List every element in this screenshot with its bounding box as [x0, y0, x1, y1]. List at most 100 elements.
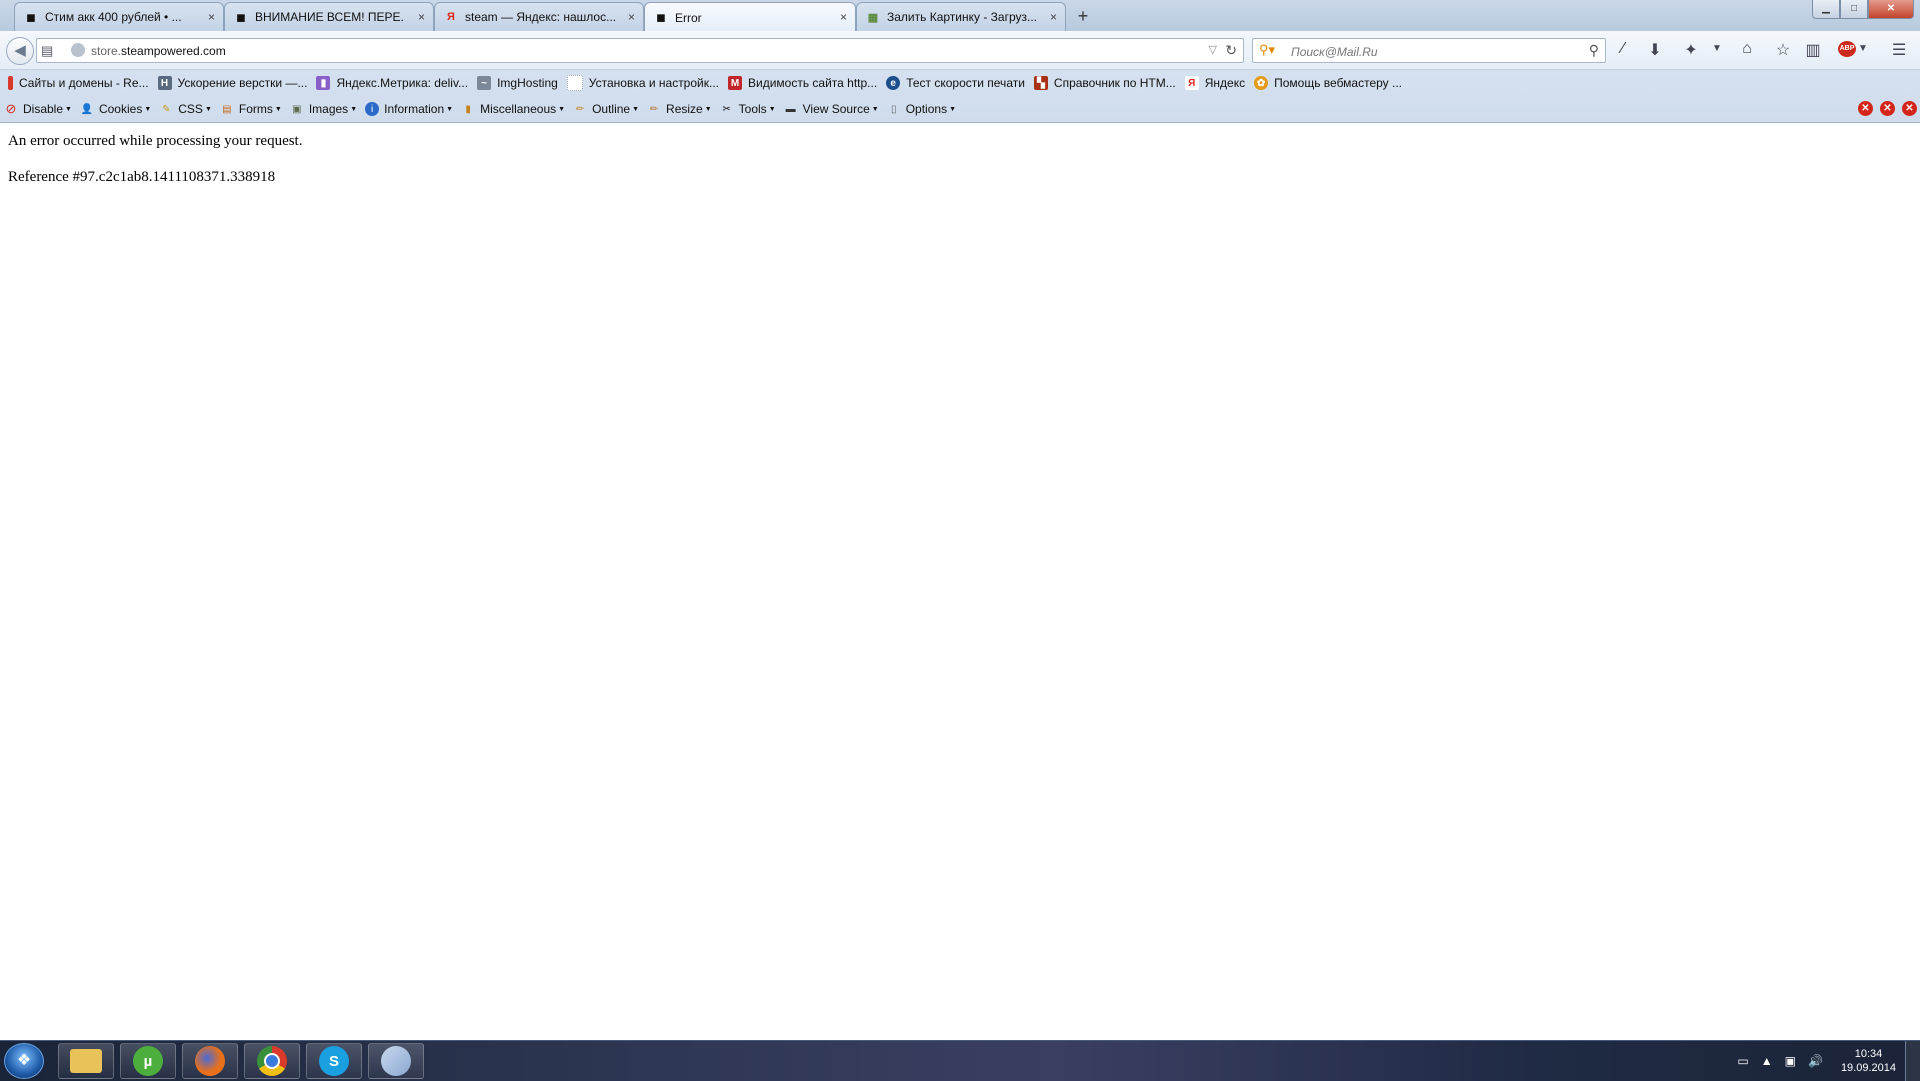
resize-icon: ✏: [649, 103, 659, 115]
tab-1[interactable]: ◼ ВНИМАНИЕ ВСЕМ! ПЕРЕ... ×: [224, 2, 434, 31]
reading-list-icon[interactable]: ▥: [1802, 40, 1824, 60]
devtool-cookies[interactable]: 👤 Cookies ▼: [80, 102, 152, 116]
navigation-bar: ◀ ▤ store.steampowered.com ▽ ↻ ⚲▾ ⚲ ⁄ ⬇ …: [0, 31, 1920, 70]
addon-icon[interactable]: ⁄: [1612, 40, 1634, 58]
devtool-options[interactable]: ▯ Options ▼: [887, 102, 956, 116]
bookmark-item[interactable]: M Видимость сайта http...: [728, 76, 877, 90]
devtool-information[interactable]: i Information ▼: [365, 102, 453, 116]
close-icon[interactable]: ×: [628, 10, 635, 24]
site-identity-icon[interactable]: [71, 43, 85, 57]
devtool-view-source[interactable]: ▬ View Source ▼: [784, 102, 879, 116]
clock[interactable]: 10:34 19.09.2014: [1841, 1047, 1896, 1075]
network-icon[interactable]: ▣: [1785, 1054, 1796, 1068]
search-bar[interactable]: ⚲▾ ⚲: [1252, 38, 1606, 63]
close-icon[interactable]: ✕: [1902, 101, 1917, 116]
devtool-label: Forms: [238, 102, 273, 116]
bookmark-label: Тест скорости печати: [906, 76, 1025, 90]
page-content: An error occurred while processing your …: [0, 123, 1920, 1040]
css-icon: ✎: [162, 103, 171, 115]
chevron-down-icon[interactable]: ▼: [1852, 43, 1874, 54]
tab-label: Залить Картинку - Загруз...: [887, 10, 1037, 24]
volume-icon[interactable]: 🔊: [1808, 1054, 1823, 1068]
devtool-tools[interactable]: ✂ Tools ▼: [720, 102, 775, 116]
bookmark-label: Справочник по HTM...: [1053, 76, 1176, 90]
error-message: An error occurred while processing your …: [8, 133, 303, 149]
bookmark-item[interactable]: e Тест скорости печати: [886, 76, 1025, 90]
close-icon[interactable]: ✕: [1858, 101, 1873, 116]
devtool-label: Tools: [738, 102, 767, 116]
chevron-down-icon[interactable]: ▼: [1706, 43, 1728, 54]
search-go-icon[interactable]: ⚲: [1589, 42, 1599, 59]
close-window-button[interactable]: ✕: [1868, 0, 1914, 19]
reload-icon[interactable]: ↻: [1225, 42, 1237, 59]
bookmark-label: Ускорение верстки —...: [177, 76, 308, 90]
yandex-tab-icon: Я: [447, 11, 455, 23]
search-engine-icon[interactable]: ⚲▾: [1259, 42, 1275, 58]
url-text[interactable]: store.steampowered.com: [91, 44, 226, 58]
bookmark-item[interactable]: H Ускорение верстки —...: [157, 76, 308, 90]
bookmark-item[interactable]: Я Яндекс: [1184, 76, 1245, 90]
url-bar[interactable]: ▤ store.steampowered.com ▽ ↻: [36, 38, 1244, 63]
bookmark-star-icon[interactable]: ☆: [1772, 40, 1794, 60]
close-icon[interactable]: ×: [208, 10, 215, 24]
tab-4[interactable]: ▦ Залить Картинку - Загруз... ×: [856, 2, 1066, 31]
close-icon[interactable]: ✕: [1880, 101, 1895, 116]
tab-label: Error: [675, 10, 702, 25]
back-button[interactable]: ◀: [6, 37, 34, 65]
devtool-css[interactable]: ✎ CSS ▼: [159, 102, 212, 116]
bookmark-item[interactable]: ▚ Справочник по HTM...: [1033, 76, 1176, 90]
new-tab-button[interactable]: +: [1072, 6, 1094, 26]
devtool-images[interactable]: ▣ Images ▼: [290, 102, 357, 116]
minimize-button[interactable]: ▁: [1812, 0, 1840, 19]
devtool-outline[interactable]: ✏ Outline ▼: [573, 102, 639, 116]
bookmark-item[interactable]: ✿ Помощь вебмастеру ...: [1254, 76, 1402, 90]
devtool-disable[interactable]: ⊘ Disable ▼: [4, 101, 72, 116]
mi-icon: M: [728, 76, 742, 90]
imghosting-icon: ~: [477, 76, 492, 90]
download-icon[interactable]: ⬇: [1644, 40, 1666, 60]
taskbar: ❖ µ S ▭ ▲ ▣ 🔊 10:34 19.09.2014: [0, 1040, 1920, 1081]
devtool-label: View Source: [802, 102, 870, 116]
taskbar-app-explorer[interactable]: [58, 1043, 114, 1079]
tab-0[interactable]: ◼ Стим акк 400 рублей • ... ×: [14, 2, 224, 31]
cookies-icon: 👤: [80, 103, 94, 115]
extension-icon[interactable]: ✦: [1680, 40, 1702, 60]
bookmark-item[interactable]: ▮ Яндекс.Метрика: deliv...: [316, 76, 468, 90]
taskbar-app-utorrent[interactable]: µ: [120, 1043, 176, 1079]
devtool-label: Miscellaneous: [480, 102, 557, 116]
chevron-down-icon: ▼: [350, 105, 358, 113]
chevron-down-icon: ▼: [632, 105, 640, 113]
maximize-button[interactable]: □: [1840, 0, 1868, 19]
bookmark-label: Установка и настройк...: [588, 76, 719, 90]
show-desktop-button[interactable]: [1905, 1041, 1920, 1081]
close-icon[interactable]: ×: [840, 10, 847, 24]
history-dropdown-icon[interactable]: ▽: [1209, 43, 1217, 56]
keyboard-icon[interactable]: ▭: [1737, 1054, 1748, 1068]
devtool-miscellaneous[interactable]: ▮ Miscellaneous ▼: [461, 102, 565, 116]
home-icon[interactable]: ⌂: [1736, 40, 1758, 58]
taskbar-app-skype[interactable]: S: [306, 1043, 362, 1079]
bookmark-item[interactable]: Сайты и домены - Re...: [8, 76, 149, 90]
tab-3-active[interactable]: ◼ Error ×: [644, 2, 856, 32]
taskbar-app-firefox[interactable]: [182, 1043, 238, 1079]
taskbar-app-chrome[interactable]: [244, 1043, 300, 1079]
clock-date: 19.09.2014: [1840, 1062, 1896, 1074]
blocks-icon: ▚: [1033, 76, 1048, 90]
close-icon[interactable]: ×: [1050, 10, 1057, 24]
tab-label: steam — Яндекс: нашлос...: [465, 10, 615, 24]
tools-icon: ✂: [722, 103, 731, 115]
h-box-icon: H: [157, 76, 172, 90]
chevron-up-icon[interactable]: ▲: [1761, 1054, 1773, 1068]
devtool-resize[interactable]: ✏ Resize ▼: [647, 102, 712, 116]
bookmark-label: Помощь вебмастеру ...: [1274, 76, 1403, 90]
start-button[interactable]: ❖: [4, 1043, 44, 1079]
menu-icon[interactable]: ☰: [1888, 40, 1910, 60]
close-icon[interactable]: ×: [418, 10, 425, 24]
search-input[interactable]: [1289, 42, 1573, 61]
tab-2[interactable]: Я steam — Яндекс: нашлос... ×: [434, 2, 644, 31]
bookmark-item[interactable]: ~ ImgHosting: [477, 76, 558, 90]
devtool-forms[interactable]: ▤ Forms ▼: [220, 102, 282, 116]
bookmarks-panel-icon[interactable]: ▤: [41, 43, 53, 59]
taskbar-app-paint[interactable]: [368, 1043, 424, 1079]
bookmark-item[interactable]: Установка и настройк...: [566, 75, 719, 91]
